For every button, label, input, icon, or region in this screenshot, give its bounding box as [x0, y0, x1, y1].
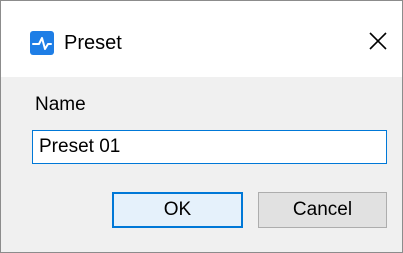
cancel-button[interactable]: Cancel — [258, 192, 387, 228]
close-button[interactable] — [353, 15, 402, 67]
preset-dialog: Preset Name OK Cancel — [0, 0, 403, 253]
name-label: Name — [35, 94, 86, 115]
ok-button[interactable]: OK — [112, 192, 243, 228]
window-title: Preset — [64, 32, 122, 54]
name-input[interactable] — [32, 130, 387, 164]
close-icon — [368, 32, 387, 50]
title-bar: Preset — [1, 1, 402, 77]
app-logo-icon — [30, 31, 54, 55]
